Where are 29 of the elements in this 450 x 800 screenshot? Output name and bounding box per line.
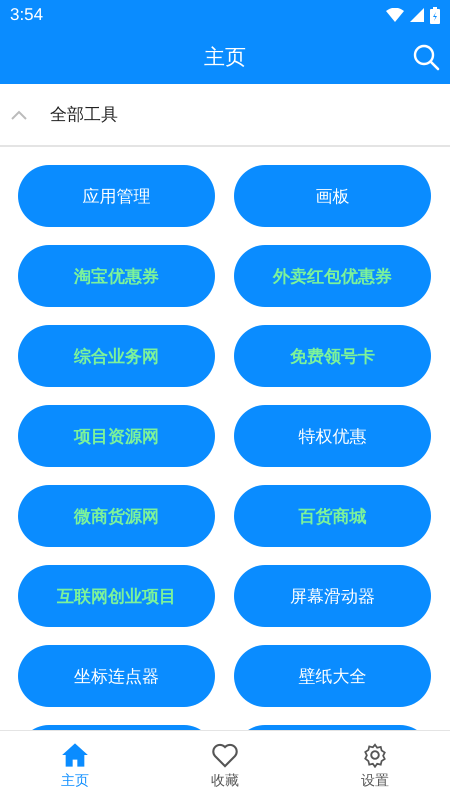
collapse-icon[interactable] (10, 110, 28, 120)
battery-icon (430, 6, 440, 24)
tool-button[interactable]: 免费领号卡 (234, 325, 431, 387)
search-button[interactable] (412, 43, 440, 71)
settings-icon (362, 742, 388, 768)
home-icon (61, 742, 89, 768)
tool-button[interactable]: 应用管理 (18, 165, 215, 227)
nav-tab[interactable]: 主页 (0, 731, 150, 800)
status-time: 3:54 (10, 5, 44, 25)
tool-button[interactable]: 外卖红包优惠券 (234, 245, 431, 307)
tool-button[interactable]: 互联网创业项目 (18, 565, 215, 627)
tool-button[interactable]: 项目资源网 (18, 405, 215, 467)
tool-button[interactable]: 画板 (234, 165, 431, 227)
signal-icon (410, 8, 424, 22)
tool-button[interactable]: 淘宝优惠券 (18, 245, 215, 307)
tool-button[interactable]: 壁纸大全 (234, 645, 431, 707)
tool-button[interactable]: 特权优惠 (234, 405, 431, 467)
search-icon (412, 43, 440, 71)
nav-tab[interactable]: 收藏 (150, 731, 300, 800)
section-title: 全部工具 (50, 104, 118, 126)
nav-tab[interactable]: 设置 (300, 731, 450, 800)
tool-button[interactable]: 百货商城 (234, 485, 431, 547)
wifi-icon (386, 8, 404, 22)
tool-button[interactable]: 屏幕滑动器 (234, 565, 431, 627)
tool-button[interactable]: 微商货源网 (18, 485, 215, 547)
tool-button[interactable]: 综合业务网 (18, 325, 215, 387)
page-title: 主页 (204, 44, 246, 71)
heart-icon (211, 742, 239, 768)
tool-button[interactable]: 坐标连点器 (18, 645, 215, 707)
